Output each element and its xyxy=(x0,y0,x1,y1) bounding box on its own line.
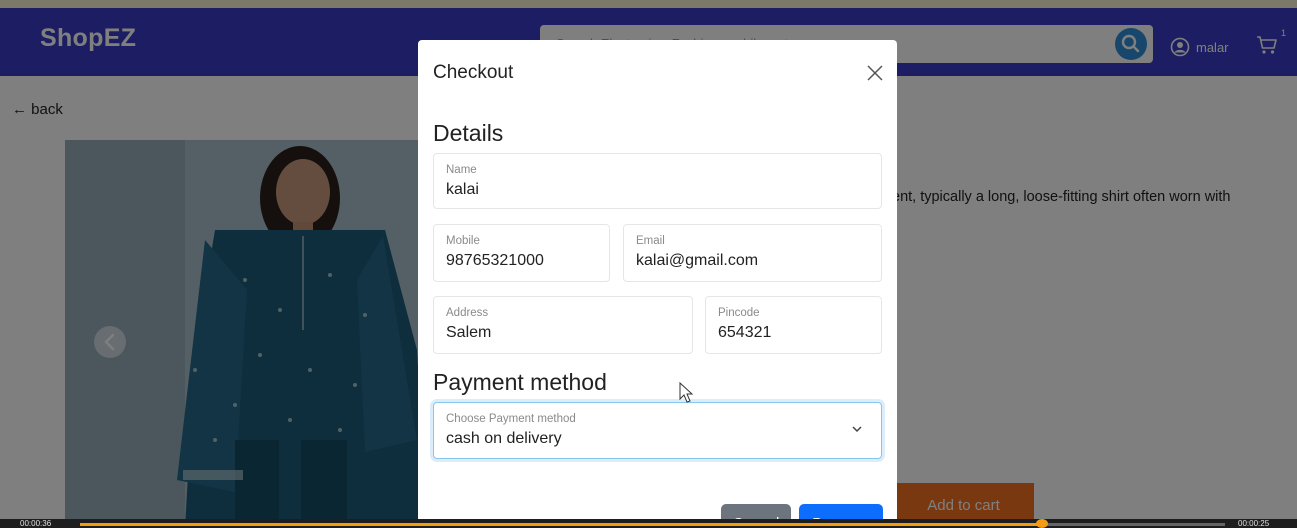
checkout-modal: Checkout Details Name kalai Mobile 98765… xyxy=(418,40,897,528)
mobile-field[interactable]: Mobile 98765321000 xyxy=(433,224,610,282)
name-value: kalai xyxy=(446,181,479,198)
address-field[interactable]: Address Salem xyxy=(433,296,693,354)
name-field[interactable]: Name kalai xyxy=(433,153,882,209)
email-value: kalai@gmail.com xyxy=(636,252,759,269)
pincode-field[interactable]: Pincode 654321 xyxy=(705,296,882,354)
name-label: Name xyxy=(446,164,477,176)
details-heading: Details xyxy=(433,120,504,146)
close-icon[interactable] xyxy=(864,62,886,84)
payment-heading: Payment method xyxy=(433,369,607,395)
payment-method-select[interactable]: Choose Payment method cash on delivery xyxy=(433,402,882,459)
chevron-down-icon xyxy=(852,426,862,433)
video-progress-fill xyxy=(80,523,1042,526)
modal-title: Checkout xyxy=(433,62,514,83)
mouse-pointer-icon xyxy=(679,382,694,403)
pincode-value: 654321 xyxy=(718,324,772,341)
video-time-total: 00:00:25 xyxy=(1238,519,1270,528)
video-seek-handle[interactable] xyxy=(1035,519,1048,528)
address-value: Salem xyxy=(446,324,492,341)
mobile-value: 98765321000 xyxy=(446,252,544,269)
email-label: Email xyxy=(636,235,665,247)
email-field[interactable]: Email kalai@gmail.com xyxy=(623,224,882,282)
pincode-label: Pincode xyxy=(718,307,760,319)
mobile-label: Mobile xyxy=(446,235,480,247)
address-label: Address xyxy=(446,307,489,319)
video-time-elapsed: 00:00:36 xyxy=(20,519,52,528)
payment-method-value: cash on delivery xyxy=(446,430,562,447)
payment-method-label: Choose Payment method xyxy=(446,413,576,425)
